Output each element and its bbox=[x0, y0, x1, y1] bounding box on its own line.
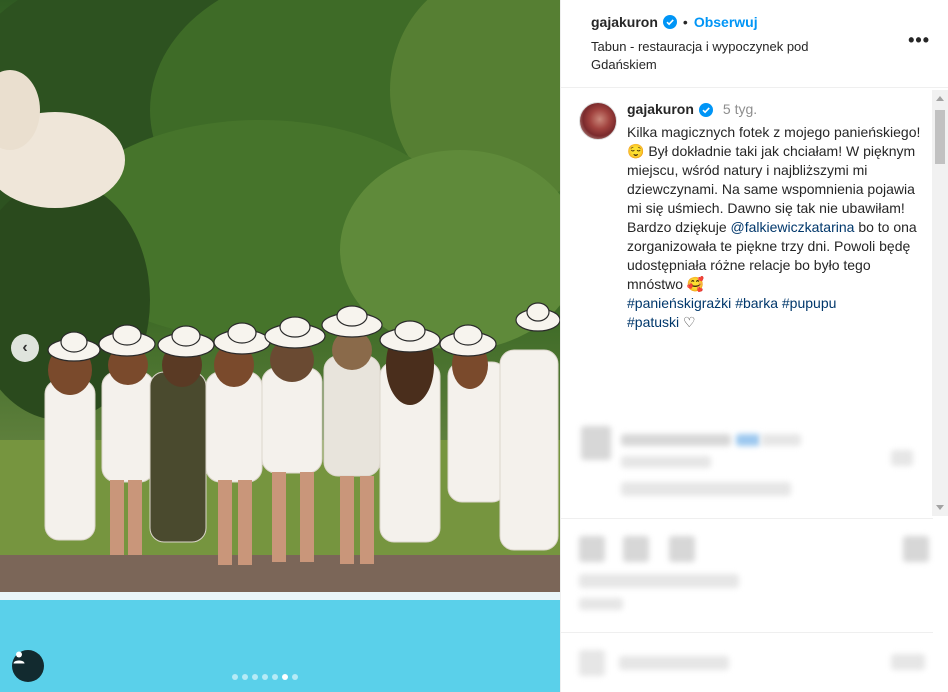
carousel-prev-button[interactable]: ‹ bbox=[11, 334, 39, 362]
scrollbar-thumb[interactable] bbox=[935, 110, 945, 164]
hashtag-link[interactable]: #patuski bbox=[627, 314, 679, 330]
blurred-text bbox=[736, 434, 760, 446]
hashtag-link[interactable]: #panieńskigrażki bbox=[627, 295, 731, 311]
blurred-text bbox=[619, 656, 729, 670]
post-location[interactable]: Tabun - restauracja i wypoczynek pod Gda… bbox=[591, 38, 841, 74]
caption-text: Kilka magicznych fotek z mojego panieńsk… bbox=[627, 123, 927, 332]
verified-badge-icon bbox=[662, 15, 677, 29]
follow-button[interactable]: Obserwuj bbox=[694, 14, 758, 30]
blurred-text bbox=[621, 482, 791, 496]
header-separator: • bbox=[682, 14, 688, 30]
section-divider bbox=[561, 518, 933, 519]
chevron-left-icon: ‹ bbox=[22, 339, 28, 356]
blurred-text bbox=[761, 434, 801, 446]
carousel-dot bbox=[262, 674, 268, 680]
blurred-emoji-icon bbox=[579, 650, 605, 676]
mention-link[interactable]: @falkiewiczkatarina bbox=[731, 219, 855, 235]
blurred-icon bbox=[891, 450, 913, 466]
post-header: gajakuron • Obserwuj Tabun - restauracja… bbox=[561, 0, 948, 88]
blurred-text bbox=[579, 598, 623, 610]
carousel-dot bbox=[292, 674, 298, 680]
blurred-text bbox=[621, 456, 711, 468]
tagged-users-button[interactable] bbox=[12, 650, 44, 682]
blurred-text bbox=[579, 574, 739, 588]
carousel-dot-active bbox=[282, 674, 288, 680]
carousel-dot bbox=[252, 674, 258, 680]
blurred-like-icon bbox=[579, 536, 605, 562]
blurred-comments-area bbox=[561, 374, 948, 692]
more-options-icon[interactable]: ••• bbox=[908, 30, 930, 51]
hashtag-link[interactable]: #pupupu bbox=[782, 295, 837, 311]
blurred-comment-icon bbox=[623, 536, 649, 562]
caption-header: gajakuron 5 tyg. bbox=[627, 100, 927, 119]
blurred-text bbox=[621, 434, 731, 446]
post-photo: ‹ bbox=[0, 0, 560, 692]
blurred-avatar bbox=[581, 426, 611, 460]
carousel-indicator bbox=[232, 674, 298, 680]
post-side-panel: gajakuron • Obserwuj Tabun - restauracja… bbox=[560, 0, 948, 692]
caption-body: gajakuron 5 tyg. Kilka magicznych fotek … bbox=[627, 100, 927, 332]
carousel-dot bbox=[242, 674, 248, 680]
carousel-dot bbox=[232, 674, 238, 680]
caption-username[interactable]: gajakuron bbox=[627, 100, 694, 119]
heart-emoji: ♡ bbox=[683, 314, 696, 330]
blurred-save-icon bbox=[903, 536, 929, 562]
author-username[interactable]: gajakuron bbox=[591, 14, 658, 30]
carousel-dot bbox=[272, 674, 278, 680]
hashtag-link[interactable]: #barka bbox=[735, 295, 778, 311]
post-header-row: gajakuron • Obserwuj bbox=[591, 14, 934, 30]
blurred-text bbox=[891, 654, 925, 670]
post-caption: gajakuron 5 tyg. Kilka magicznych fotek … bbox=[579, 100, 929, 373]
user-icon bbox=[13, 651, 25, 664]
avatar[interactable] bbox=[579, 102, 617, 140]
photo-illustration bbox=[0, 0, 560, 692]
scroll-up-arrow-icon[interactable] bbox=[936, 96, 944, 101]
section-divider bbox=[561, 632, 933, 633]
caption-timestamp[interactable]: 5 tyg. bbox=[723, 100, 757, 119]
verified-badge-icon bbox=[698, 102, 713, 117]
blurred-share-icon bbox=[669, 536, 695, 562]
